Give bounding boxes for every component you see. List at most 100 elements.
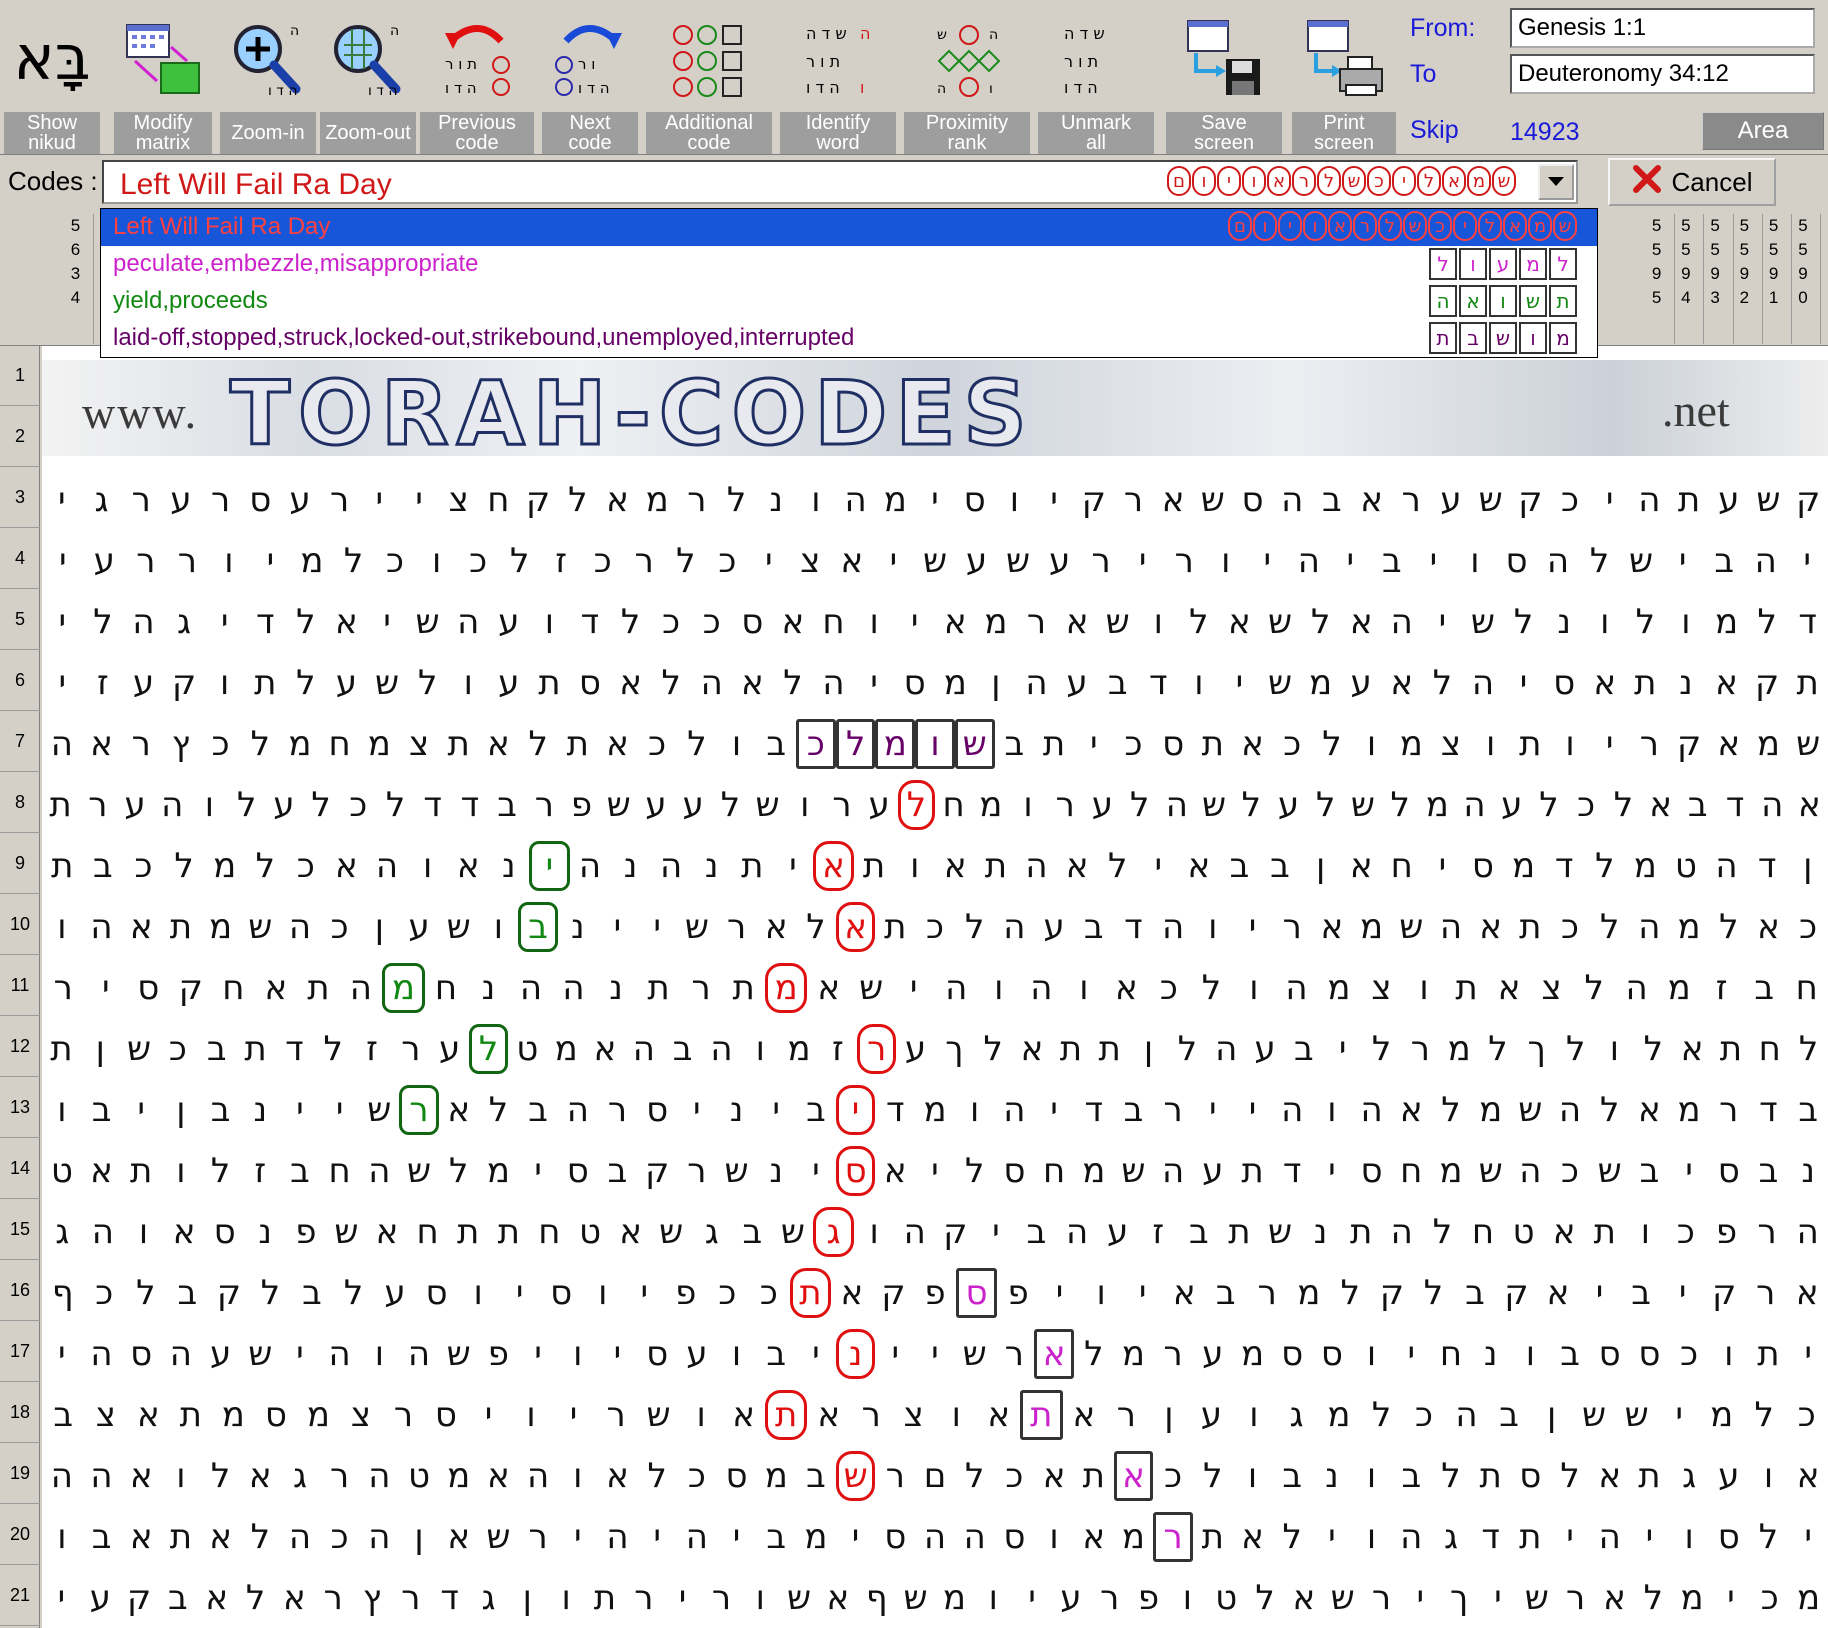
matrix-letter[interactable]: י <box>976 1202 1017 1262</box>
matrix-letter[interactable]: ר <box>717 897 757 957</box>
matrix-letter[interactable]: ב <box>1391 1446 1431 1506</box>
matrix-letter[interactable]: ב <box>489 775 526 835</box>
matrix-letter[interactable]: ת <box>170 1385 213 1445</box>
matrix-letter[interactable]: ר <box>1747 1202 1788 1262</box>
matrix-letter[interactable]: ס <box>121 1324 161 1384</box>
matrix-letter[interactable]: ק <box>120 1568 159 1628</box>
matrix-letter[interactable]: ל <box>717 470 757 530</box>
matrix-letter[interactable]: י <box>280 1324 320 1384</box>
matrix-letter[interactable]: ו <box>1595 1019 1634 1079</box>
matrix-letter[interactable]: י <box>796 1141 836 1201</box>
matrix-letter[interactable]: ד <box>1749 1080 1789 1140</box>
matrix-letter[interactable]: ש <box>914 531 956 591</box>
matrix-letter[interactable]: ה <box>510 958 553 1018</box>
matrix-letter[interactable]: ו <box>1205 531 1247 591</box>
dropdown-arrow-icon[interactable] <box>1538 164 1574 200</box>
matrix-letter[interactable]: ש <box>651 1202 692 1262</box>
matrix-letter[interactable]: נ <box>1788 1141 1828 1201</box>
matrix-letter[interactable]: ט <box>42 1141 82 1201</box>
matrix-letter[interactable]: ל <box>1550 1446 1590 1506</box>
matrix-letter[interactable]: ש <box>1573 1385 1616 1445</box>
matrix-letter[interactable]: ע <box>1039 531 1081 591</box>
matrix-letter[interactable]: י <box>915 1324 955 1384</box>
matrix-letter[interactable]: א <box>935 592 976 652</box>
matrix-letter[interactable]: ה <box>1153 897 1193 957</box>
matrix-letter[interactable]: א <box>197 1568 236 1628</box>
matrix-letter[interactable]: ש <box>1620 531 1662 591</box>
matrix-letter[interactable]: א <box>448 836 489 896</box>
matrix-letter[interactable]: ל <box>201 1141 241 1201</box>
matrix-letter[interactable]: ש <box>677 897 717 957</box>
matrix-letter[interactable]: ל <box>377 775 414 835</box>
matrix-letter[interactable]: א <box>1630 1080 1670 1140</box>
matrix-letter[interactable]: ה <box>1745 531 1787 591</box>
matrix-letter[interactable]: א <box>82 1141 122 1201</box>
matrix-letter[interactable]: י <box>121 1080 161 1140</box>
matrix-letter[interactable]: ש <box>1323 1568 1362 1628</box>
matrix-letter[interactable]: י <box>598 897 638 957</box>
matrix-letter[interactable]: ל <box>955 897 995 957</box>
matrix-letter[interactable]: מ <box>780 1019 819 1079</box>
matrix-letter[interactable]: א <box>1063 1385 1106 1445</box>
matrix-letter[interactable]: ו <box>547 1568 586 1628</box>
matrix-letter[interactable]: ז <box>540 531 582 591</box>
matrix-letter[interactable]: ש <box>1517 1568 1556 1628</box>
matrix-letter[interactable]: י <box>748 531 790 591</box>
matrix-letter[interactable]: ו <box>204 653 245 713</box>
matrix-letter[interactable]: ר <box>125 531 167 591</box>
matrix-letter[interactable]: ת <box>1630 1446 1670 1506</box>
matrix-letter[interactable]: ל <box>302 775 339 835</box>
matrix-letter[interactable]: ו <box>1669 1507 1709 1567</box>
matrix-letter[interactable]: ש <box>600 775 637 835</box>
matrix-letter[interactable]: ב <box>1371 531 1413 591</box>
matrix-letter[interactable]: א <box>1113 1451 1154 1501</box>
matrix-letter[interactable]: ע <box>677 1324 717 1384</box>
matrix-letter[interactable]: ו <box>1193 897 1233 957</box>
matrix-letter[interactable]: ל <box>333 1263 375 1323</box>
matrix-letter[interactable]: א <box>479 1446 519 1506</box>
matrix-letter[interactable]: ע <box>1084 775 1121 835</box>
matrix-letter[interactable]: ר <box>314 1568 353 1628</box>
matrix-letter[interactable]: ב <box>732 1202 773 1262</box>
matrix-letter[interactable]: ך <box>935 1019 974 1079</box>
matrix-letter[interactable]: כ <box>158 1019 197 1079</box>
matrix-letter[interactable]: ב <box>1679 775 1716 835</box>
matrix-letter[interactable]: י <box>204 592 245 652</box>
matrix-letter[interactable]: ר <box>680 958 723 1018</box>
matrix-letter[interactable]: ש <box>997 531 1039 591</box>
matrix-letter[interactable]: ל <box>240 714 280 774</box>
matrix-letter[interactable]: ש <box>120 1019 159 1079</box>
matrix-letter[interactable]: ש <box>360 1080 400 1140</box>
matrix-letter[interactable]: מ <box>935 1568 974 1628</box>
matrix-letter[interactable]: ר <box>677 470 717 530</box>
matrix-letter[interactable]: ת <box>732 836 773 896</box>
matrix-letter[interactable]: ר <box>121 470 161 530</box>
matrix-letter[interactable]: ב <box>42 1385 85 1445</box>
matrix-letter[interactable]: ב <box>518 1080 558 1140</box>
matrix-letter[interactable]: ב <box>291 1263 333 1323</box>
matrix-letter[interactable]: ה <box>1020 958 1063 1018</box>
matrix-letter[interactable]: י <box>518 1324 558 1384</box>
matrix-letter[interactable]: י <box>1422 592 1463 652</box>
matrix-letter[interactable]: ב <box>518 902 558 952</box>
additional-code-button[interactable]: Additional code <box>644 4 774 154</box>
matrix-letter[interactable]: ש <box>1260 592 1301 652</box>
matrix-letter[interactable]: ח <box>425 958 468 1018</box>
matrix-letter[interactable]: מ <box>915 1080 955 1140</box>
to-field[interactable]: Deuteronomy 34:12 <box>1510 54 1815 94</box>
matrix-letter[interactable]: ה <box>1754 775 1791 835</box>
matrix-letter[interactable]: מ <box>875 470 915 530</box>
matrix-letter[interactable]: ה <box>552 958 595 1018</box>
matrix-letter[interactable]: ק <box>164 653 205 713</box>
matrix-letter[interactable]: א <box>586 1019 625 1079</box>
matrix-letter[interactable]: נ <box>1471 1324 1511 1384</box>
matrix-letter[interactable]: ל <box>1179 592 1220 652</box>
matrix-letter[interactable]: ו <box>955 1080 995 1140</box>
matrix-letter[interactable]: צ <box>439 470 479 530</box>
matrix-letter[interactable]: ע <box>280 470 320 530</box>
matrix-letter[interactable]: ן <box>1148 1385 1191 1445</box>
matrix-letter[interactable]: ו <box>796 470 836 530</box>
matrix-letter[interactable]: כ <box>796 719 836 769</box>
matrix-letter[interactable]: א <box>326 592 367 652</box>
matrix-letter[interactable]: י <box>499 1263 541 1323</box>
